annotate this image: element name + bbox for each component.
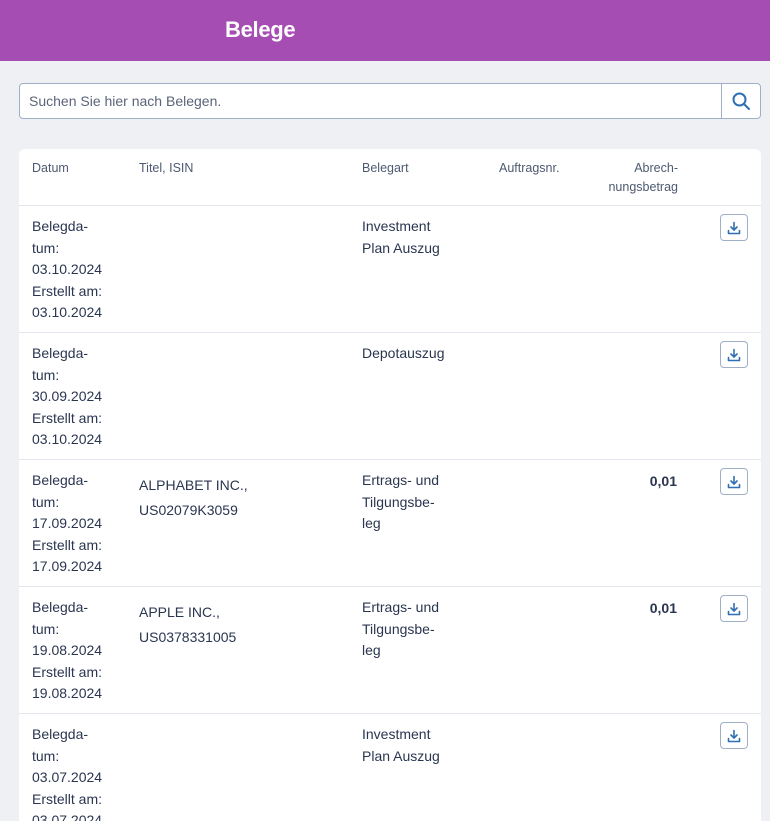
document-date-cell: Belegda-tum: 03.07.2024 Erstellt am: 03.07.… <box>32 726 103 821</box>
document-type-cell: Depotauszug <box>362 345 445 361</box>
search-button[interactable] <box>721 84 760 118</box>
download-button[interactable] <box>720 341 748 368</box>
column-header-type: Belegart <box>362 161 409 175</box>
table-row: Belegda-tum: 17.09.2024 Erstellt am: 17.09.… <box>19 460 761 587</box>
documents-table: Datum Titel, ISIN Belegart Auftragsnr. A… <box>19 149 761 821</box>
column-header-date: Datum <box>32 161 69 175</box>
document-type-cell: Investment Plan Auszug <box>362 218 440 256</box>
download-icon <box>727 348 741 361</box>
download-icon <box>727 602 741 615</box>
download-icon <box>727 475 741 488</box>
table-row: Belegda-tum: 03.10.2024 Erstellt am: 03.10.… <box>19 206 761 333</box>
document-date-cell: Belegda-tum: 03.10.2024 Erstellt am: 03.10.… <box>32 218 103 321</box>
app-header: Belege <box>0 0 770 61</box>
title-isin-cell: ALPHABET INC., US02079K3059 <box>139 477 248 518</box>
page-title: Belege <box>225 17 296 42</box>
document-date-cell: Belegda-tum: 19.08.2024 Erstellt am: 19.08.… <box>32 599 103 702</box>
document-date-cell: Belegda-tum: 17.09.2024 Erstellt am: 17.09.… <box>32 472 103 575</box>
document-type-cell: Investment Plan Auszug <box>362 726 440 764</box>
table-row: Belegda-tum: 19.08.2024 Erstellt am: 19.08.… <box>19 587 761 714</box>
amount-cell: 0,01 <box>649 600 677 616</box>
search-icon <box>732 92 750 110</box>
download-icon <box>727 729 741 742</box>
download-icon <box>727 221 741 234</box>
title-isin-cell: APPLE INC., US0378331005 <box>139 604 237 645</box>
table-row: Belegda-tum: 03.07.2024 Erstellt am: 03.07.… <box>19 714 761 821</box>
download-button[interactable] <box>720 468 748 495</box>
column-header-amount: Abrech- nungsbetrag <box>608 161 678 194</box>
document-date-cell: Belegda-tum: 30.09.2024 Erstellt am: 03.10.… <box>32 345 103 448</box>
search-bar <box>19 83 761 119</box>
column-header-title: Titel, ISIN <box>139 161 194 175</box>
table-row: Belegda-tum: 30.09.2024 Erstellt am: 03.10.… <box>19 333 761 460</box>
download-button[interactable] <box>720 214 748 241</box>
column-header-order: Auftragsnr. <box>499 161 560 175</box>
search-input[interactable] <box>20 84 722 118</box>
document-type-cell: Ertrags- und Tilgungsbe-leg <box>362 599 440 659</box>
download-button[interactable] <box>720 722 748 749</box>
document-type-cell: Ertrags- und Tilgungsbe-leg <box>362 472 440 532</box>
amount-cell: 0,01 <box>649 473 677 489</box>
download-button[interactable] <box>720 595 748 622</box>
